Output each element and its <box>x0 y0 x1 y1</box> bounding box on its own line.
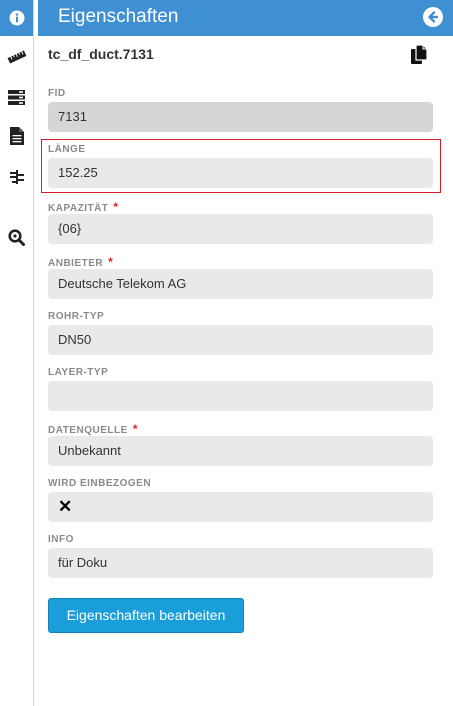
rohr-typ-field[interactable]: DN50 <box>48 325 433 355</box>
info-field[interactable]: für Doku <box>48 548 433 578</box>
network-tool[interactable] <box>0 166 33 188</box>
anbieter-label: ANBIETER * <box>48 255 114 269</box>
arrow-left-circle-icon <box>428 11 439 23</box>
layer-typ-label: LAYER-TYP <box>48 367 109 378</box>
rohr-typ-label: ROHR-TYP <box>48 311 105 322</box>
document-tool[interactable] <box>0 125 33 147</box>
copy-button[interactable] <box>411 44 429 65</box>
copy-icon <box>411 44 428 64</box>
datenquelle-field[interactable]: Unbekannt <box>48 436 433 466</box>
edit-properties-button[interactable]: Eigenschaften bearbeiten <box>48 598 244 633</box>
ruler-icon <box>7 50 26 64</box>
document-icon <box>9 127 24 145</box>
info-label: INFO <box>48 534 74 545</box>
layer-typ-field[interactable] <box>48 381 433 411</box>
network-icon <box>9 170 24 184</box>
anbieter-field[interactable]: Deutsche Telekom AG <box>48 269 433 299</box>
zoom-tool[interactable] <box>0 226 33 248</box>
fid-field: 7131 <box>48 102 433 132</box>
sidebar <box>0 0 34 706</box>
info-tab[interactable] <box>0 0 33 36</box>
wird-einbezogen-field[interactable]: ✕ <box>48 492 433 522</box>
zoom-icon <box>8 228 25 246</box>
wird-einbezogen-label: WIRD EINBEZOGEN <box>48 478 152 489</box>
required-mark: * <box>132 422 138 436</box>
datenquelle-label: DATENQUELLE * <box>48 422 138 436</box>
required-mark: * <box>108 255 114 269</box>
panel-title: Eigenschaften <box>58 6 179 27</box>
laenge-label: LÄNGE <box>48 144 86 155</box>
kapazitaet-field[interactable]: {06} <box>48 214 433 244</box>
panel-header: Eigenschaften <box>38 0 453 36</box>
laenge-field[interactable]: 152.25 <box>48 158 433 188</box>
back-button[interactable] <box>423 7 443 27</box>
measure-tool[interactable] <box>0 46 33 68</box>
layers-tool[interactable] <box>0 86 33 108</box>
info-icon <box>9 10 24 26</box>
fid-label: FID <box>48 88 66 99</box>
object-title: tc_df_duct.7131 <box>48 46 154 62</box>
kapazitaet-label: KAPAZITÄT * <box>48 200 119 214</box>
required-mark: * <box>113 200 119 214</box>
layers-icon <box>8 89 25 105</box>
